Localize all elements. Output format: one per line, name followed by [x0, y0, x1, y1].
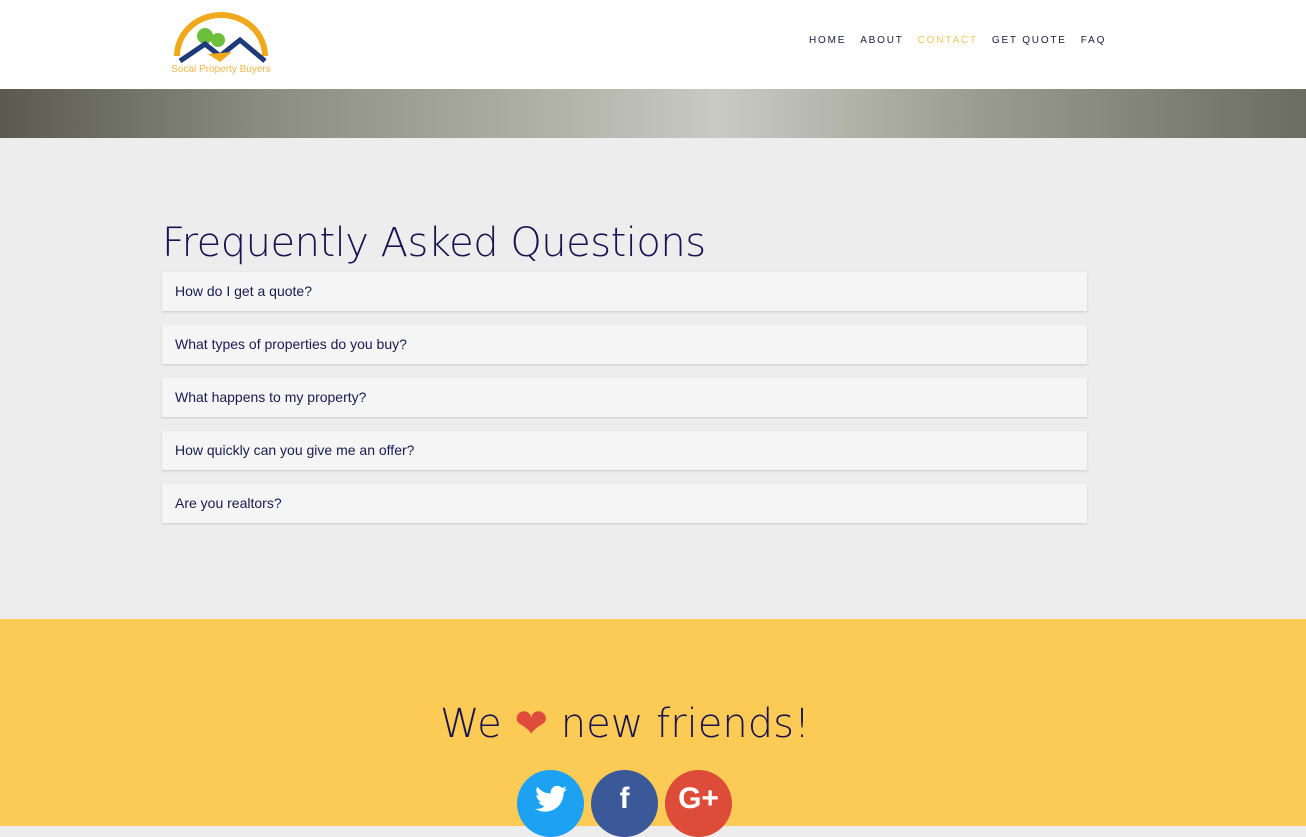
nav-faq[interactable]: FAQ	[1081, 35, 1106, 46]
facebook-icon[interactable]: f	[591, 770, 658, 837]
hero-banner-image	[0, 89, 1306, 138]
faq-item[interactable]: Are you realtors?	[162, 484, 1087, 523]
heart-icon: ❤	[514, 701, 549, 747]
faq-item[interactable]: How quickly can you give me an offer?	[162, 431, 1087, 470]
google-plus-icon[interactable]: G+	[665, 770, 732, 837]
nav-get-quote[interactable]: GET QUOTE	[992, 35, 1067, 46]
faq-section: Frequently Asked Questions How do I get …	[0, 138, 1306, 619]
faq-item[interactable]: How do I get a quote?	[162, 272, 1087, 311]
footer-heading: We ❤ new friends!	[0, 701, 1250, 747]
nav-about[interactable]: ABOUT	[860, 35, 903, 46]
heading-post: new friends!	[560, 701, 811, 747]
logo[interactable]: Socal Property Buyers	[160, 6, 282, 76]
svg-text:Socal Property Buyers: Socal Property Buyers	[171, 64, 271, 75]
faq-item[interactable]: What happens to my property?	[162, 378, 1087, 417]
nav-contact[interactable]: CONTACT	[918, 35, 978, 46]
social-links: f G+	[517, 770, 732, 837]
main-nav: HOME ABOUT CONTACT GET QUOTE FAQ	[809, 35, 1106, 46]
header: Socal Property Buyers HOME ABOUT CONTACT…	[0, 0, 1306, 89]
heading-pre: We	[439, 701, 502, 747]
nav-home[interactable]: HOME	[809, 35, 846, 46]
page-title: Frequently Asked Questions	[162, 220, 706, 266]
footer: We ❤ new friends! f G+	[0, 619, 1306, 837]
twitter-icon[interactable]	[517, 770, 584, 837]
faq-item[interactable]: What types of properties do you buy?	[162, 325, 1087, 364]
